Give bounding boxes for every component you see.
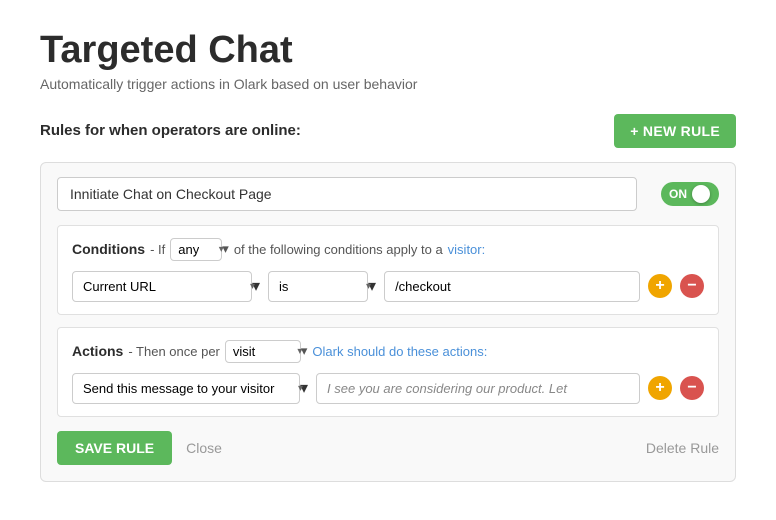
any-select[interactable]: any all (170, 238, 222, 261)
add-action-button[interactable]: + (648, 376, 672, 400)
actions-suffix: Olark should do these actions: (312, 344, 487, 359)
per-select-wrapper: visit session page ▾ (225, 340, 308, 363)
chevron-down-icon: ▾ (222, 241, 229, 257)
rule-card: ON Conditions - If any all ▾ of the foll… (40, 162, 736, 482)
chevron-down-icon-field: ▾ (252, 276, 260, 296)
section-header: Rules for when operators are online: + N… (40, 114, 736, 148)
plus-icon-action: + (655, 380, 664, 396)
remove-action-button[interactable]: − (680, 376, 704, 400)
toggle-label: ON (669, 187, 687, 201)
plus-icon: + (655, 278, 664, 294)
conditions-title: Conditions (72, 241, 145, 257)
per-select[interactable]: visit session page (225, 340, 301, 363)
action-type-select[interactable]: Send this message to your visitor Send a… (72, 373, 300, 404)
chevron-down-icon-op: ▾ (368, 276, 376, 296)
footer-row: SAVE RULE Close Delete Rule (57, 431, 719, 465)
close-link[interactable]: Close (186, 440, 222, 456)
page-title: Targeted Chat (40, 30, 736, 72)
actions-label: Actions - Then once per visit session pa… (72, 340, 704, 363)
condition-value-input[interactable] (384, 271, 640, 302)
condition-row: Current URL Page Title Visitor Name ▾ is… (72, 271, 704, 302)
condition-op-wrapper: is contains is not ▾ (268, 271, 376, 302)
rule-name-input[interactable] (57, 177, 637, 211)
remove-condition-button[interactable]: − (680, 274, 704, 298)
actions-section: Actions - Then once per visit session pa… (57, 327, 719, 417)
delete-rule-link[interactable]: Delete Rule (646, 440, 719, 456)
condition-field-wrapper: Current URL Page Title Visitor Name ▾ (72, 271, 260, 302)
visitor-text: visitor: (448, 242, 486, 257)
rule-header: ON (57, 177, 719, 211)
save-rule-button[interactable]: SAVE RULE (57, 431, 172, 465)
minus-icon-action: − (687, 380, 696, 396)
rule-toggle[interactable]: ON (661, 182, 719, 206)
any-select-wrapper: any all ▾ (170, 238, 229, 261)
conditions-suffix: of the following conditions apply to a (234, 242, 443, 257)
action-row: Send this message to your visitor Send a… (72, 373, 704, 404)
add-condition-button[interactable]: + (648, 274, 672, 298)
minus-icon: − (687, 278, 696, 294)
conditions-section: Conditions - If any all ▾ of the followi… (57, 225, 719, 315)
new-rule-button[interactable]: + NEW RULE (614, 114, 736, 148)
conditions-prefix: - If (150, 242, 165, 257)
footer-left: SAVE RULE Close (57, 431, 222, 465)
actions-title: Actions (72, 343, 123, 359)
conditions-label: Conditions - If any all ▾ of the followi… (72, 238, 704, 261)
chevron-down-icon-per: ▾ (301, 343, 308, 359)
chevron-down-icon-action: ▾ (300, 378, 308, 398)
actions-prefix: - Then once per (128, 344, 220, 359)
action-type-wrapper: Send this message to your visitor Send a… (72, 373, 308, 404)
action-message-input[interactable] (316, 373, 640, 404)
toggle-knob (692, 185, 710, 203)
condition-op-select[interactable]: is contains is not (268, 271, 368, 302)
condition-field-select[interactable]: Current URL Page Title Visitor Name (72, 271, 252, 302)
section-title: Rules for when operators are online: (40, 122, 301, 139)
page-subtitle: Automatically trigger actions in Olark b… (40, 76, 736, 92)
